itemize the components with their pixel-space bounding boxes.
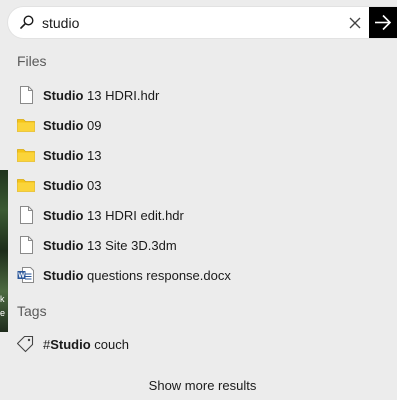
document-result-item[interactable]: W Studio questions response.docx [14,261,386,289]
arrow-right-icon [375,14,392,31]
result-text: 13 Site 3D.3dm [83,238,177,253]
files-section-title: Files [17,53,47,69]
match-text: Studio [43,268,84,283]
folder-result-item[interactable]: Studio 03 [14,171,386,199]
search-input[interactable] [42,13,342,32]
folder-icon [17,146,35,164]
match-text: Studio [50,337,91,352]
result-text: 13 HDRI edit.hdr [83,208,184,223]
match-text: Studio [43,148,84,163]
clear-search-button[interactable] [347,15,363,31]
result-text: couch [90,337,129,352]
tag-result-item[interactable]: #Studio couch [14,330,386,358]
file-result-item[interactable]: Studio 13 HDRI.hdr [14,81,386,109]
folder-result-item[interactable]: Studio 13 [14,141,386,169]
file-icon [17,86,35,104]
show-more-results-button[interactable]: Show more results [8,372,397,400]
submit-search-button[interactable] [369,7,397,38]
background-photo-strip: k e [0,170,8,332]
match-text: Studio [43,238,84,253]
result-text: 13 [83,148,102,163]
search-results-panel: Files Studio 13 HDRI.hdr Studio 09 Studi… [8,0,397,400]
file-icon [17,236,35,254]
search-bar [8,7,397,38]
result-text: questions response.docx [83,268,231,283]
close-icon [349,17,361,29]
folder-result-item[interactable]: Studio 09 [14,111,386,139]
tag-icon [16,335,35,353]
background-text-fragment: k [0,294,5,304]
match-text: Studio [43,208,84,223]
match-text: Studio [43,118,84,133]
svg-text:W: W [18,273,25,280]
file-icon [17,206,35,224]
match-text: Studio [43,88,84,103]
result-text: 09 [83,118,102,133]
file-result-item[interactable]: Studio 13 Site 3D.3dm [14,231,386,259]
tags-section-title: Tags [17,303,47,319]
folder-icon [17,176,35,194]
word-doc-icon: W [17,266,35,284]
result-text: 03 [83,178,102,193]
background-text-fragment: e [0,308,6,318]
search-icon [20,15,34,29]
match-text: Studio [43,178,84,193]
file-result-item[interactable]: Studio 13 HDRI edit.hdr [14,201,386,229]
result-text: 13 HDRI.hdr [83,88,160,103]
folder-icon [17,116,35,134]
